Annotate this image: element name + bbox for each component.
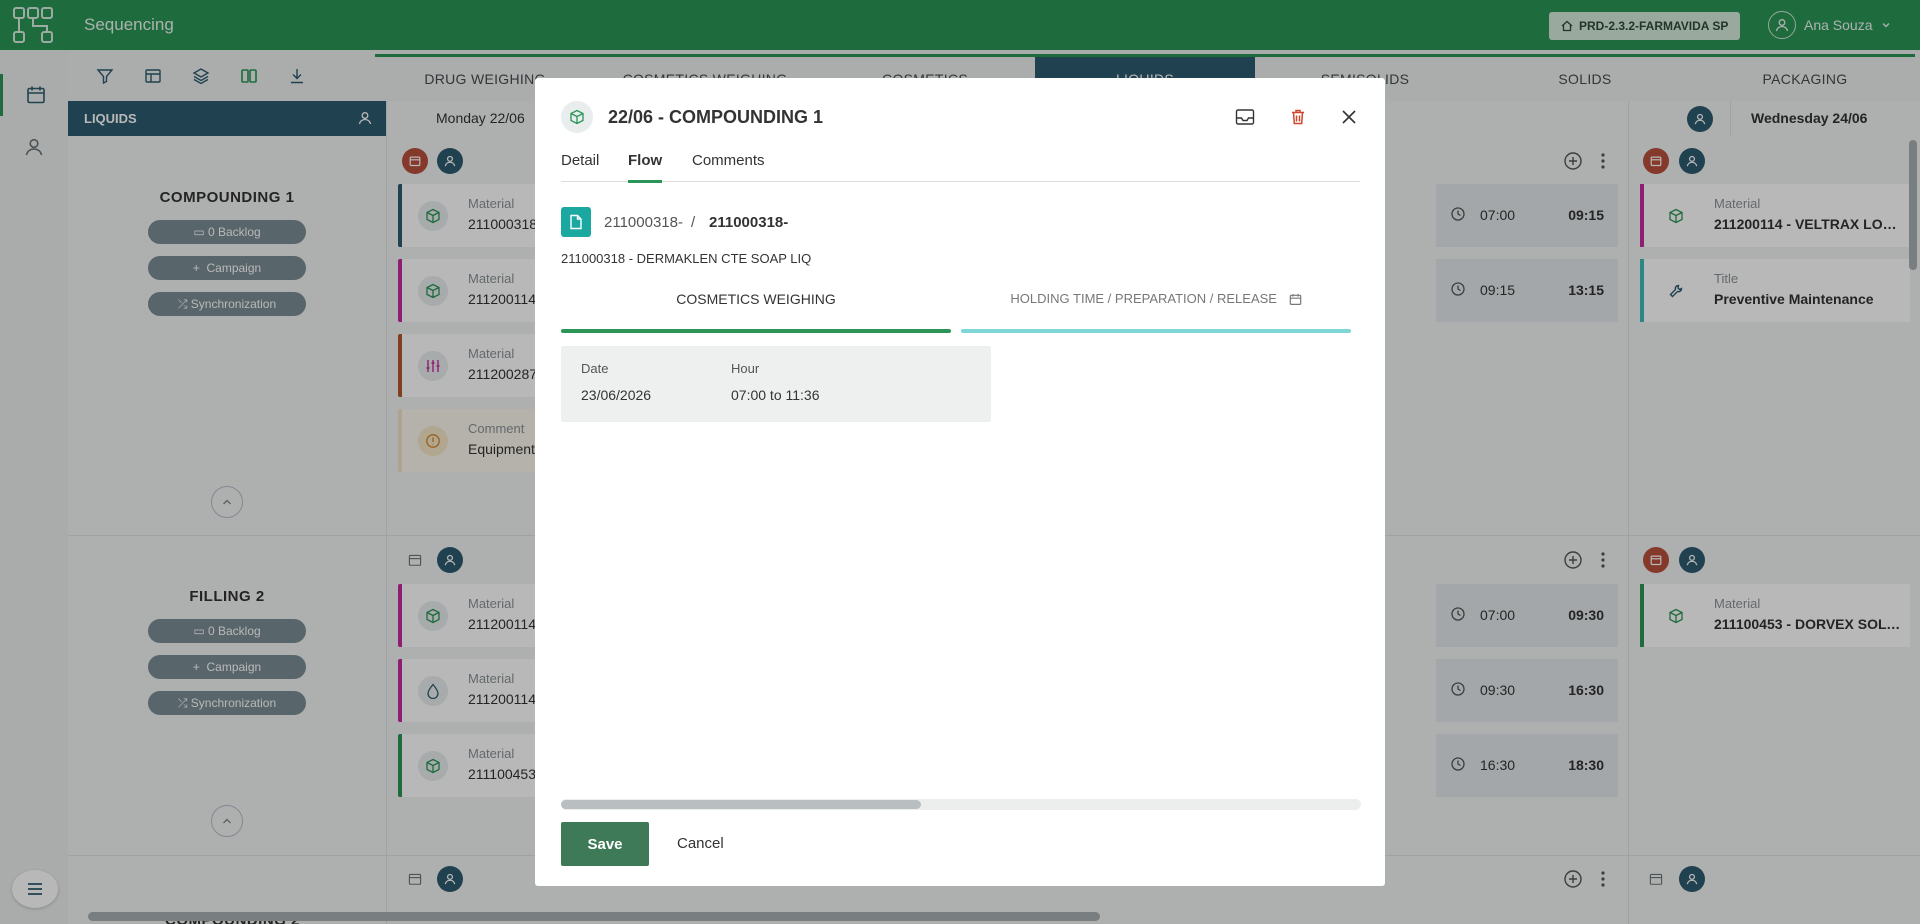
order-number: 211000318-: [604, 214, 683, 231]
scrollbar-thumb[interactable]: [561, 800, 921, 809]
box-icon: [561, 101, 593, 133]
breadcrumb-separator: /: [691, 214, 696, 231]
tab-detail[interactable]: Detail: [561, 152, 599, 182]
step-detail-card: Date 23/06/2026 Hour 07:00 to 11:36: [561, 346, 991, 422]
dialog-tabs: Detail Flow Comments: [561, 152, 1360, 183]
delete-icon[interactable]: [1285, 104, 1311, 130]
tab-comments[interactable]: Comments: [692, 152, 765, 182]
flow-step-completed[interactable]: COSMETICS WEIGHING: [561, 291, 951, 333]
close-icon[interactable]: [1336, 104, 1362, 130]
tab-flow[interactable]: Flow: [628, 152, 663, 183]
step-progress-bar: [961, 329, 1351, 333]
order-dialog: 22/06 - COMPOUNDING 1 Detail Flow Commen…: [535, 78, 1385, 886]
document-icon: [561, 207, 591, 237]
dialog-title: 22/06 - COMPOUNDING 1: [608, 107, 824, 127]
cancel-button[interactable]: Cancel: [677, 835, 724, 852]
calendar-icon: [1289, 293, 1302, 306]
step-progress-bar: [561, 329, 951, 333]
date-value: 23/06/2026: [581, 387, 652, 403]
save-button[interactable]: Save: [561, 822, 649, 866]
hour-value: 07:00 to 11:36: [731, 387, 820, 403]
hour-label: Hour: [731, 361, 760, 376]
date-label: Date: [581, 361, 609, 376]
batch-number: 211000318-: [709, 214, 789, 231]
flow-scrollbar[interactable]: [561, 799, 1361, 810]
material-description: 211000318 - DERMAKLEN CTE SOAP LIQ: [561, 251, 812, 266]
inbox-icon[interactable]: [1232, 104, 1258, 130]
flow-step-pending[interactable]: HOLDING TIME / PREPARATION / RELEASE: [961, 291, 1351, 333]
